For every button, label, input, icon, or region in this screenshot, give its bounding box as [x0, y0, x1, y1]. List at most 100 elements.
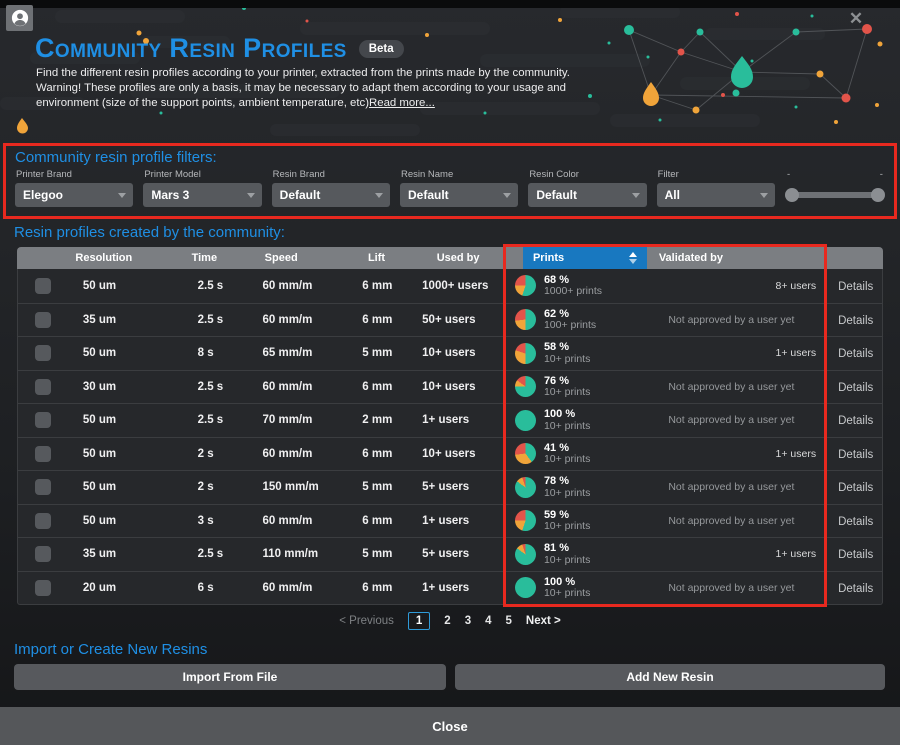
cell-resolution: 35 um [66, 314, 181, 326]
import-from-file-button[interactable]: Import From File [14, 664, 446, 690]
row-checkbox[interactable] [35, 513, 51, 529]
row-checkbox[interactable] [35, 479, 51, 495]
chevron-down-icon [503, 193, 511, 198]
cell-resolution: 20 um [66, 582, 181, 594]
account-button[interactable] [6, 5, 33, 31]
table-title: Resin profiles created by the community: [14, 224, 285, 241]
header-time[interactable]: Time [175, 247, 248, 269]
prints-success-pie-icon [515, 477, 536, 498]
details-link[interactable]: Details [838, 281, 873, 293]
beta-badge: Beta [359, 40, 404, 58]
cell-speed: 150 mm/m [245, 481, 345, 493]
pagination-next[interactable]: Next > [526, 615, 561, 627]
header-resolution[interactable]: Resolution [58, 247, 174, 269]
resin-brand-select[interactable]: Default [272, 183, 390, 207]
details-link[interactable]: Details [838, 382, 873, 394]
prints-count: 10+ prints [544, 354, 590, 366]
prints-count: 10+ prints [544, 588, 590, 600]
filters-title: Community resin profile filters: [15, 149, 885, 166]
pagination-page-5[interactable]: 5 [506, 615, 512, 627]
chevron-down-icon [760, 193, 768, 198]
prints-count: 10+ prints [544, 454, 590, 466]
cell-time: 2 s [181, 448, 246, 460]
header-prints-sorted[interactable]: Prints [523, 247, 647, 269]
resin-name-select[interactable]: Default [400, 183, 518, 207]
pagination-page-4[interactable]: 4 [485, 615, 491, 627]
details-link[interactable]: Details [838, 315, 873, 327]
row-checkbox[interactable] [35, 580, 51, 596]
printer-brand-select[interactable]: Elegoo [15, 183, 133, 207]
user-avatar-icon [11, 9, 29, 27]
details-link[interactable]: Details [838, 516, 873, 528]
table-row: 50 um 2.5 s 60 mm/m 6 mm 1000+ users 68 … [18, 269, 882, 303]
row-checkbox[interactable] [35, 546, 51, 562]
header-lift[interactable]: Lift [351, 247, 420, 269]
pagination-page-1[interactable]: 1 [408, 612, 430, 630]
prints-count: 10+ prints [544, 521, 590, 533]
pagination-page-3[interactable]: 3 [465, 615, 471, 627]
read-more-link[interactable]: Read more... [369, 97, 435, 109]
details-link[interactable]: Details [838, 449, 873, 461]
details-link[interactable]: Details [838, 482, 873, 494]
cell-lift: 6 mm [345, 582, 405, 594]
prints-success-pie-icon [515, 577, 536, 598]
slider-handle-max[interactable] [871, 188, 885, 202]
range-slider[interactable] [785, 183, 885, 207]
close-icon[interactable]: ✕ [845, 8, 867, 30]
cell-resolution: 50 um [66, 515, 181, 527]
filter-selected-value: All [665, 188, 680, 202]
cell-resolution: 35 um [66, 548, 181, 560]
details-link[interactable]: Details [838, 348, 873, 360]
header-prints-label: Prints [533, 252, 564, 264]
printer-model-select[interactable]: Mars 3 [143, 183, 261, 207]
row-checkbox[interactable] [35, 446, 51, 462]
pagination-previous[interactable]: < Previous [339, 615, 394, 627]
row-checkbox[interactable] [35, 278, 51, 294]
cell-time: 8 s [181, 347, 246, 359]
cell-resolution: 50 um [66, 414, 181, 426]
cell-lift: 6 mm [345, 381, 405, 393]
success-rate: 81 % [544, 542, 590, 554]
cell-used-by: 50+ users [405, 314, 505, 326]
details-link[interactable]: Details [838, 583, 873, 595]
cell-used-by: 10+ users [405, 381, 505, 393]
close-button[interactable]: Close [426, 718, 473, 735]
add-new-resin-button[interactable]: Add New Resin [455, 664, 885, 690]
slider-handle-min[interactable] [785, 188, 799, 202]
table-row: 50 um 2 s 150 mm/m 5 mm 5+ users 78 % 10… [18, 470, 882, 504]
cell-validated-by: Not approved by a user yet [637, 515, 827, 527]
filters-panel: Community resin profile filters: Printer… [3, 143, 897, 219]
filter-select[interactable]: All [657, 183, 775, 207]
slider-min-label: - [787, 169, 790, 180]
sort-icon[interactable] [629, 252, 637, 264]
resin-color-select[interactable]: Default [528, 183, 646, 207]
header-validated-by[interactable]: Validated by [647, 247, 823, 269]
row-checkbox[interactable] [35, 379, 51, 395]
cell-lift: 6 mm [345, 515, 405, 527]
details-link[interactable]: Details [838, 415, 873, 427]
filter-selected-value: Default [280, 188, 321, 202]
cell-speed: 60 mm/m [245, 582, 345, 594]
row-checkbox[interactable] [35, 345, 51, 361]
filter-label: Filter [658, 169, 775, 180]
dialog-footer: Close [0, 707, 900, 745]
header-speed[interactable]: Speed [248, 247, 351, 269]
table-row: 50 um 2.5 s 70 mm/m 2 mm 1+ users 100 % … [18, 403, 882, 437]
row-checkbox[interactable] [35, 312, 51, 328]
cell-prints: 59 % 10+ prints [505, 509, 637, 533]
row-checkbox[interactable] [35, 412, 51, 428]
cell-lift: 5 mm [345, 481, 405, 493]
cell-validated-by: 1+ users [637, 448, 827, 460]
pagination-page-2[interactable]: 2 [444, 615, 450, 627]
prints-count: 10+ prints [544, 555, 590, 567]
cell-resolution: 50 um [66, 481, 181, 493]
cell-lift: 5 mm [345, 548, 405, 560]
cell-validated-by: Not approved by a user yet [637, 481, 827, 493]
header-used-by[interactable]: Used by [420, 247, 523, 269]
details-link[interactable]: Details [838, 549, 873, 561]
table-row: 20 um 6 s 60 mm/m 6 mm 1+ users 100 % 10… [18, 571, 882, 605]
filter-label: Resin Name [401, 169, 518, 180]
prints-count: 10+ prints [544, 387, 590, 399]
usage-range-slider-field: - - [785, 169, 885, 207]
chevron-down-icon [632, 193, 640, 198]
